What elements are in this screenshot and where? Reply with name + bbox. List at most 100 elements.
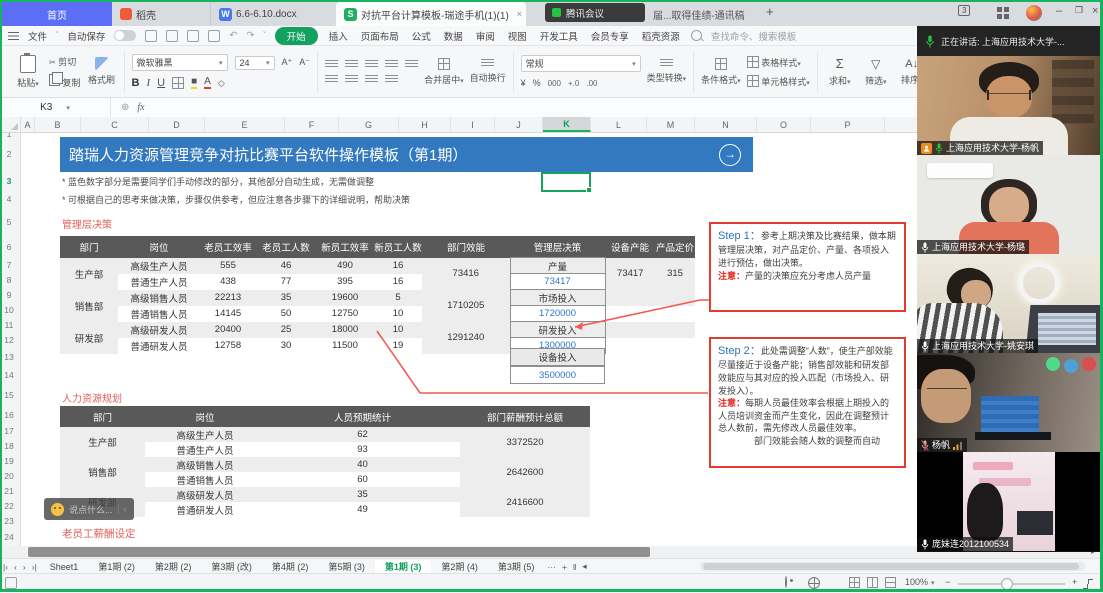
filter-button[interactable]: ▽ 筛选▾ <box>861 57 891 87</box>
col-K-selected[interactable]: K <box>543 117 591 132</box>
menu-tab-insert[interactable]: 插入 <box>327 27 350 45</box>
align-bottom-icon[interactable] <box>365 60 378 69</box>
col-N[interactable]: N <box>695 117 757 132</box>
menu-tab-data[interactable]: 数据 <box>442 27 465 45</box>
more-sheets-icon[interactable]: ··· <box>544 562 559 572</box>
video-tile-participant-5[interactable]: 庞妹连2012100534 <box>917 452 1100 551</box>
menu-tab-docer-res[interactable]: 稻壳资源 <box>640 27 682 45</box>
add-sheet-icon[interactable]: + <box>559 562 570 572</box>
conditional-format-button[interactable]: 条件格式▾ <box>701 58 741 86</box>
increase-decimal-button[interactable]: +.0 <box>568 79 579 88</box>
zoom-out-button[interactable]: − <box>945 577 950 587</box>
prev-sheet-icon[interactable]: ‹ <box>11 562 20 572</box>
align-left-icon[interactable] <box>325 75 338 84</box>
cell-style-button[interactable]: 单元格样式▾ <box>747 75 810 88</box>
table-row[interactable]: 普通生产人员 438 77 395 16 73417 <box>60 274 695 290</box>
percent-button[interactable]: % <box>533 78 541 88</box>
preview-icon[interactable] <box>208 30 220 42</box>
col-E[interactable]: E <box>205 117 285 132</box>
decrease-font-button[interactable]: A⁻ <box>299 57 310 68</box>
table-row[interactable]: 生产部 高级生产人员 555 46 490 16 73416 产量 73417 … <box>60 258 695 274</box>
table-row[interactable]: 销售部 高级销售人员 40 2642600 <box>60 457 590 472</box>
video-tile-participant-4[interactable]: 杨帆 <box>917 353 1100 452</box>
last-sheet-icon[interactable]: ›| <box>29 562 40 572</box>
col-B[interactable]: B <box>35 117 81 132</box>
borders-button[interactable] <box>172 77 184 89</box>
indent-increase-icon[interactable] <box>405 60 418 69</box>
align-top-icon[interactable] <box>325 60 338 69</box>
sheet-tab-p3-5[interactable]: 第3期 (5) <box>488 560 545 573</box>
menu-tab-developer[interactable]: 开发工具 <box>538 27 580 45</box>
chat-input-placeholder[interactable]: 说点什么... <box>69 503 113 516</box>
italic-button[interactable]: I <box>146 77 150 89</box>
fill-color-button[interactable]: ■ <box>191 77 197 89</box>
col-P[interactable]: P <box>811 117 885 132</box>
meeting-chat-bubble[interactable]: 说点什么... ‹ <box>44 498 134 520</box>
increase-font-button[interactable]: A⁺ <box>282 57 293 68</box>
fx-icon[interactable]: fx <box>137 102 144 113</box>
table-row[interactable]: 研发部 高级研发人员 35 2416600 <box>60 487 590 502</box>
zoom-caret-icon[interactable]: ▾ <box>931 579 935 587</box>
col-I[interactable]: I <box>451 117 495 132</box>
apps-grid-icon[interactable] <box>997 7 1009 19</box>
col-D[interactable]: D <box>149 117 205 132</box>
menu-tab-page-layout[interactable]: 页面布局 <box>359 27 401 45</box>
zoom-level[interactable]: 100% <box>905 577 928 587</box>
eye-protect-icon[interactable] <box>785 576 787 588</box>
paste-button[interactable]: 粘贴▾ <box>13 55 43 89</box>
menu-tab-member[interactable]: 会员专享 <box>589 27 631 45</box>
sheet-tab-p2-4[interactable]: 第2期 (4) <box>431 560 488 573</box>
print-icon[interactable] <box>187 30 199 42</box>
tab-home[interactable]: 首页 <box>2 2 112 26</box>
merge-center-button[interactable]: 合并居中▾ <box>424 58 464 86</box>
new-tab-button[interactable]: + <box>766 4 774 19</box>
table-style-button[interactable]: 表格样式▾ <box>747 56 810 69</box>
col-C[interactable]: C <box>81 117 149 132</box>
hamburger-icon[interactable] <box>8 32 19 40</box>
underline-button[interactable]: U <box>157 77 165 89</box>
circle-arrow-icon[interactable]: → <box>719 144 741 166</box>
meeting-notification-toast[interactable]: 腾讯会议 <box>545 3 645 22</box>
type-convert-button[interactable]: 类型转换▾ <box>647 59 687 84</box>
eraser-button[interactable]: ◇ <box>218 78 225 89</box>
collapse-chat-icon[interactable]: ‹ <box>118 504 127 514</box>
decrease-decimal-button[interactable]: .00 <box>586 79 597 88</box>
sheet-tab-p2-2[interactable]: 第2期 (2) <box>145 560 202 573</box>
sheet-tab-p1-2[interactable]: 第1期 (2) <box>88 560 145 573</box>
tab-splitter-icon[interactable]: ‖ <box>570 562 580 572</box>
focus-mode-icon[interactable] <box>808 577 820 589</box>
menu-file[interactable]: 文件 <box>28 29 47 43</box>
currency-button[interactable]: ¥ <box>521 78 526 88</box>
restore-button[interactable]: ❐ <box>1075 5 1083 16</box>
tab-document-docx[interactable]: W 6.6-6.10.docx <box>210 2 336 26</box>
menu-tab-formulas[interactable]: 公式 <box>410 27 433 45</box>
autosave-toggle[interactable] <box>114 30 136 41</box>
video-tile-participant-3[interactable]: 上海应用技术大学-姚安琪 <box>917 254 1100 353</box>
command-search-input[interactable]: 查找命令、搜索模板 <box>711 29 797 43</box>
tab-document-covered[interactable]: 届...取得佳绩-通讯稿 <box>645 2 757 26</box>
page-layout-view-icon[interactable] <box>867 577 878 588</box>
align-right-icon[interactable] <box>365 75 378 84</box>
name-box[interactable]: K3 ▾ <box>0 98 111 117</box>
tab-area-scrollbar-thumb[interactable] <box>703 563 1079 570</box>
toolbar-caret-icon[interactable]: ˇ <box>263 32 265 39</box>
sheet-tab-p5-3[interactable]: 第5期 (3) <box>318 560 375 573</box>
wrap-text-button[interactable]: 自动换行 <box>470 59 506 84</box>
tab-area-scrollbar[interactable] <box>700 562 1085 571</box>
menu-tab-view[interactable]: 视图 <box>506 27 529 45</box>
col-J[interactable]: J <box>495 117 543 132</box>
select-all-corner[interactable] <box>0 117 21 132</box>
video-tile-participant-2[interactable]: 上海应用技术大学-杨璐 <box>917 155 1100 254</box>
sheet-tab-p1-3-active[interactable]: 第1期 (3) <box>375 560 432 573</box>
col-O[interactable]: O <box>757 117 811 132</box>
equipment-invest-value-cell[interactable]: 3500000 <box>510 366 605 384</box>
close-button[interactable]: × <box>1092 5 1098 17</box>
format-painter-button[interactable]: 格式刷 <box>87 57 117 86</box>
font-name-select[interactable]: 微软雅黑▾ <box>132 54 228 71</box>
col-H[interactable]: H <box>399 117 451 132</box>
indent-decrease-icon[interactable] <box>385 60 398 69</box>
table-row[interactable]: 生产部 高级生产人员 62 3372520 <box>60 427 590 442</box>
table-row[interactable]: 销售部 高级销售人员 22213 35 19600 5 1710205 市场投入 <box>60 290 695 306</box>
col-F[interactable]: F <box>285 117 339 132</box>
cut-button[interactable]: ✂ 剪切 <box>49 55 81 68</box>
